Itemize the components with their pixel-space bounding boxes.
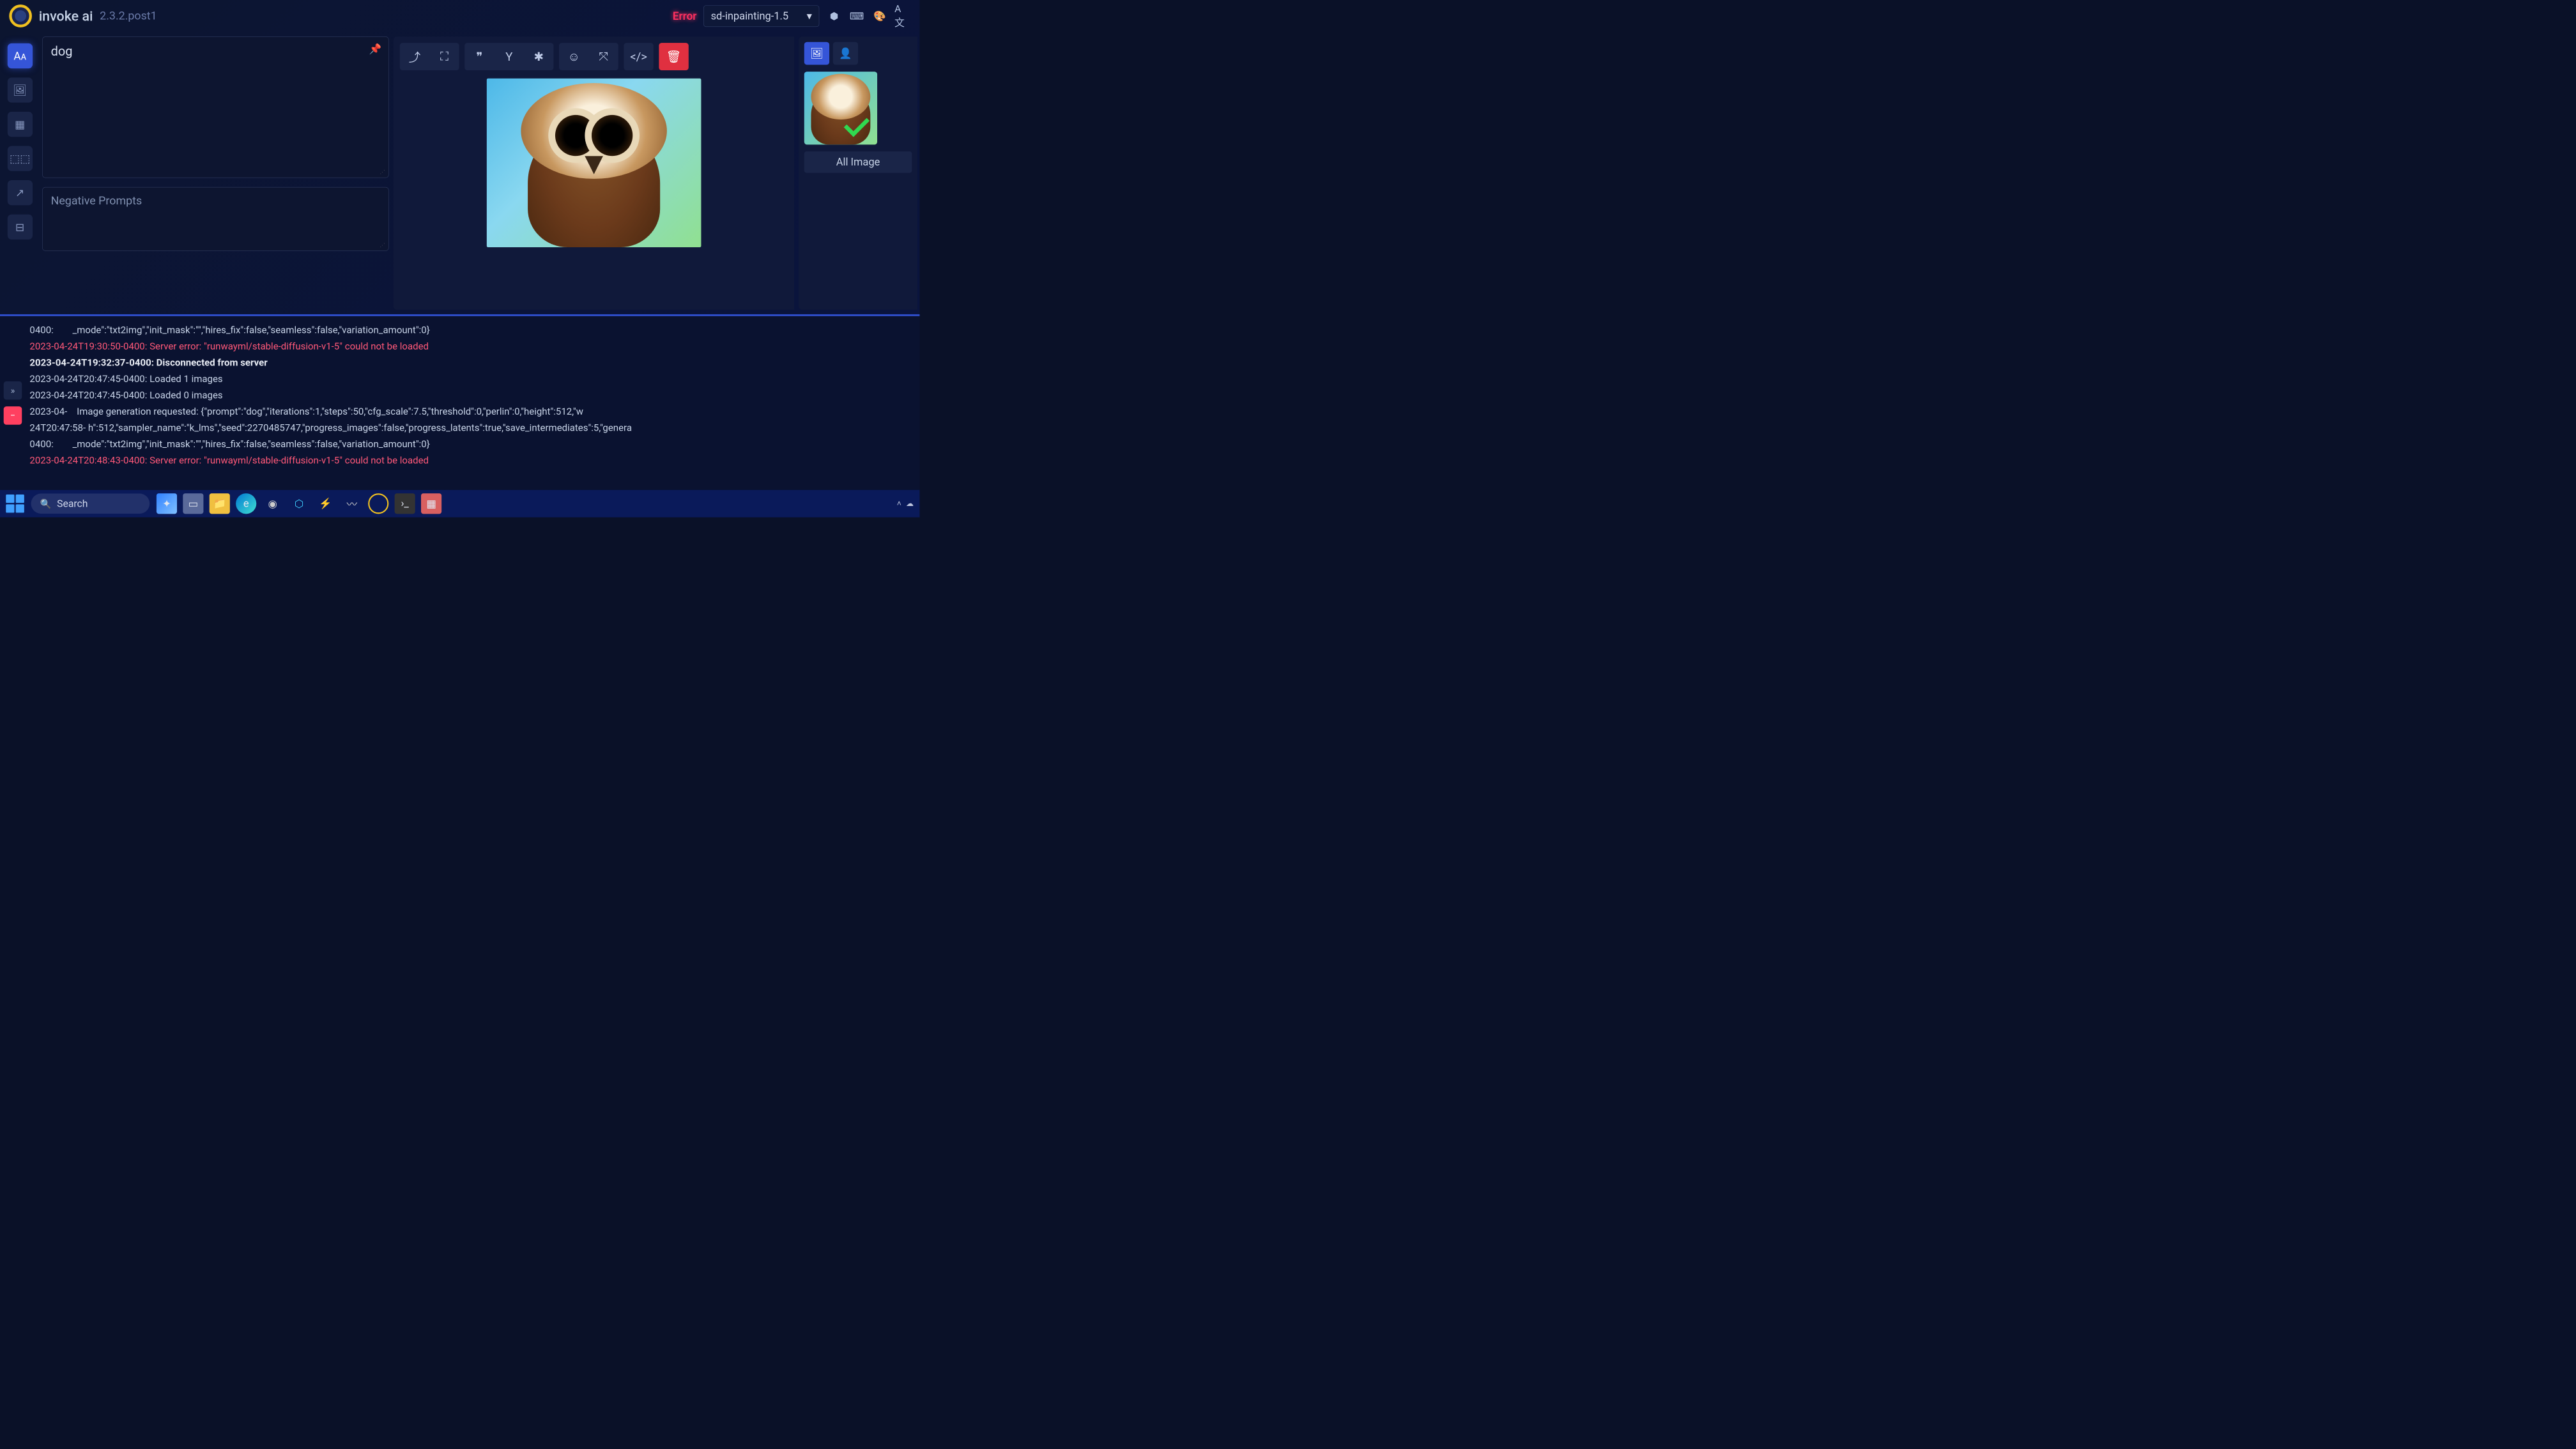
negative-prompt[interactable]: Negative Prompts ⋰	[42, 187, 389, 251]
start-button[interactable]	[6, 494, 24, 513]
console-line: 0400: _mode":"txt2img","init_mask":"","h…	[29, 322, 908, 338]
positive-prompt[interactable]: dog 📌 ⋰	[42, 36, 389, 178]
pin-icon[interactable]: 📌	[369, 43, 382, 55]
shuffle-icon[interactable]: ⤧	[588, 43, 618, 70]
console-line: 2023-04-24T19:32:37-0400: Disconnected f…	[29, 355, 908, 371]
error-badge: Error	[673, 10, 697, 22]
console-line: 24T20:47:58- h":512,"sampler_name":"k_lm…	[29, 420, 908, 436]
all-images-button[interactable]: All Image	[804, 151, 912, 173]
positive-prompt-text: dog	[51, 44, 73, 59]
chevron-down-icon: ▾	[807, 10, 812, 22]
app-logo	[9, 4, 32, 27]
task-steam-icon[interactable]: ◉	[263, 493, 283, 514]
sidebar-img2img[interactable]: 🖼	[8, 77, 33, 102]
app-header: invoke ai 2.3.2.post1 Error sd-inpaintin…	[0, 0, 919, 32]
gallery-panel: 🖼 👤 All Image	[799, 36, 917, 310]
gallery-tab-user[interactable]: 👤	[833, 42, 858, 65]
console-collapse-button[interactable]: »	[4, 381, 22, 400]
search-placeholder: Search	[57, 498, 88, 510]
model-select-value: sd-inpainting-1.5	[711, 10, 789, 22]
task-edge-icon[interactable]: e	[236, 493, 256, 514]
code-icon[interactable]: </>	[624, 43, 653, 70]
tray-chevron-icon[interactable]: ˄	[897, 499, 901, 508]
sidebar-nodes[interactable]: ⬚⬚	[8, 146, 33, 171]
taskbar-search[interactable]: 🔍 Search	[31, 494, 150, 514]
seed-icon[interactable]: Y	[494, 43, 524, 70]
windows-taskbar: 🔍 Search ✦ ▭ 📁 e ◉ ⬡ ⚡ 〰 ›_ ▦ ˄ ☁	[0, 490, 919, 518]
fullscreen-icon[interactable]: ⛶	[429, 43, 459, 70]
canvas-area[interactable]	[400, 76, 788, 303]
console-line: 2023-04-24T20:47:45-0400: Loaded 1 image…	[29, 371, 908, 387]
console-line: 2023-04-24T20:47:45-0400: Loaded 0 image…	[29, 387, 908, 403]
gallery-tab-images[interactable]: 🖼	[804, 42, 829, 65]
language-icon[interactable]: A文	[894, 8, 910, 24]
palette-icon[interactable]: 🎨	[871, 8, 887, 24]
negative-prompt-placeholder: Negative Prompts	[51, 194, 142, 208]
task-terminal-icon[interactable]: ›_	[395, 493, 415, 514]
task-taskview-icon[interactable]: ▭	[183, 493, 203, 514]
task-explorer-icon[interactable]: 📁	[210, 493, 230, 514]
gallery-thumbnail[interactable]	[804, 72, 877, 144]
console-panel: » − 0400: _mode":"txt2img","init_mask":"…	[0, 314, 919, 490]
share-icon[interactable]: ⤴	[400, 43, 429, 70]
mode-sidebar: Aᴀ 🖼 ▦ ⬚⬚ ↗ ⊟	[3, 36, 38, 310]
task-app4-icon[interactable]: ▦	[421, 493, 441, 514]
task-invoke-icon[interactable]	[368, 493, 388, 514]
prompt-panel: dog 📌 ⋰ Negative Prompts ⋰	[42, 36, 389, 310]
task-widgets-icon[interactable]: ✦	[157, 493, 177, 514]
task-app2-icon[interactable]: ⚡	[315, 493, 335, 514]
canvas-toolbar: ⤴ ⛶ ❞ Y ✱ ☺ ⤧ </> 🗑	[400, 43, 788, 70]
sidebar-upscale[interactable]: ↗	[8, 180, 33, 205]
task-app1-icon[interactable]: ⬡	[289, 493, 309, 514]
sidebar-training[interactable]: ⊟	[8, 215, 33, 240]
search-icon: 🔍	[40, 498, 52, 509]
console-clear-button[interactable]: −	[4, 406, 22, 425]
tray-cloud-icon[interactable]: ☁	[906, 499, 914, 508]
canvas-panel: ⤴ ⛶ ❞ Y ✱ ☺ ⤧ </> 🗑	[394, 36, 794, 310]
asterisk-icon[interactable]: ✱	[524, 43, 553, 70]
sidebar-txt2img[interactable]: Aᴀ	[8, 43, 33, 68]
system-tray[interactable]: ˄ ☁	[897, 499, 914, 508]
app-version: 2.3.2.post1	[100, 10, 157, 23]
sidebar-canvas[interactable]: ▦	[8, 112, 33, 137]
quote-icon[interactable]: ❞	[464, 43, 494, 70]
console-line: 2023-04-24T20:48:43-0400: Server error: …	[29, 452, 908, 468]
resize-handle-icon[interactable]: ⋰	[379, 241, 385, 248]
console-line: 2023-04- Image generation requested: {"p…	[29, 404, 908, 420]
resize-handle-icon[interactable]: ⋰	[379, 169, 385, 175]
app-name: invoke ai	[39, 8, 93, 24]
cube-icon[interactable]: ⬢	[826, 8, 842, 24]
emoji-icon[interactable]: ☺	[559, 43, 588, 70]
task-app3-icon[interactable]: 〰	[342, 493, 362, 514]
console-line: 0400: _mode":"txt2img","init_mask":"","h…	[29, 436, 908, 452]
keyboard-icon[interactable]: ⌨	[849, 8, 865, 24]
generated-image[interactable]	[487, 79, 702, 247]
console-line: 2023-04-24T19:30:50-0400: Server error: …	[29, 339, 908, 355]
delete-button[interactable]: 🗑	[659, 43, 688, 70]
model-select[interactable]: sd-inpainting-1.5 ▾	[703, 5, 819, 27]
